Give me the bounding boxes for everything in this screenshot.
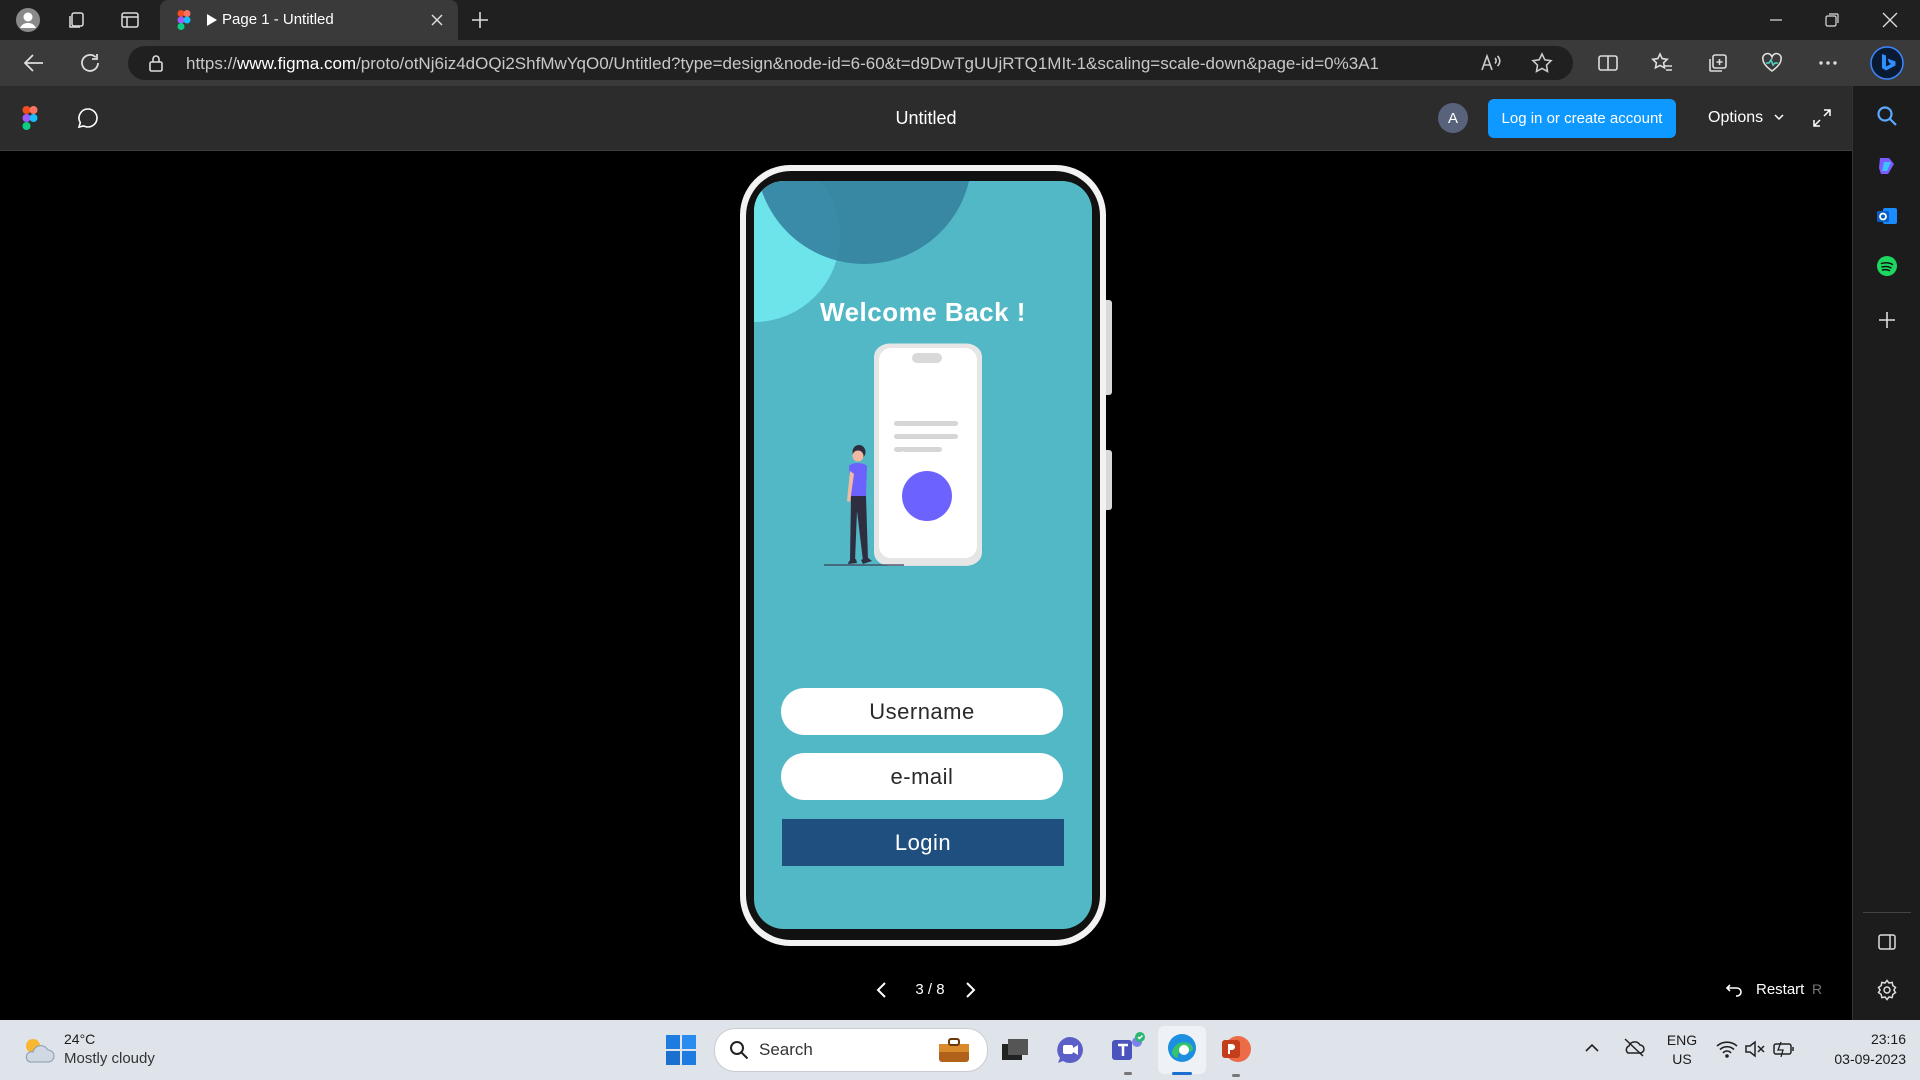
spotify-icon[interactable] [1871,250,1903,282]
refresh-icon[interactable] [76,49,104,77]
read-aloud-icon[interactable] [1476,49,1504,77]
more-icon[interactable] [1814,49,1842,77]
address-bar[interactable]: https://www.figma.com/proto/otNj6iz4dOQi… [128,46,1573,80]
username-field[interactable]: Username [781,688,1063,735]
active-tab[interactable]: Page 1 - Untitled [160,0,458,40]
language-top[interactable]: ENG [1666,1032,1698,1048]
phone-bezel: Welcome Back ! ✓ Username e-mail Login [746,171,1100,940]
weather-temperature[interactable]: 24°C [64,1031,95,1047]
performance-icon[interactable] [1758,49,1786,77]
edge-sidebar [1852,86,1920,1020]
weather-condition[interactable]: Mostly cloudy [64,1050,155,1067]
email-field[interactable]: e-mail [781,753,1063,800]
clock-date[interactable]: 03-09-2023 [1810,1051,1906,1067]
profile-icon[interactable] [14,6,42,34]
login-or-create-account-button[interactable]: Log in or create account [1488,99,1676,138]
figma-toolbar: Untitled A Log in or create account Opti… [0,86,1852,151]
running-indicator [1124,1072,1132,1075]
search-icon [730,1041,749,1060]
clock-time[interactable]: 23:16 [1810,1031,1906,1047]
phone-side-button [1106,450,1112,510]
phone-frame: Welcome Back ! ✓ Username e-mail Login [740,165,1112,946]
frame-counter: 3 / 8 [915,981,945,998]
url-host: www.figma.com [237,54,357,73]
onedrive-offline-icon[interactable] [1622,1036,1646,1063]
browser-title-bar: Page 1 - Untitled [0,0,1920,40]
restore-icon[interactable] [1818,6,1846,34]
restart-button[interactable]: Restart [1756,981,1804,998]
url-prefix: https:// [186,54,238,73]
welcome-heading: Welcome Back ! [820,297,1026,327]
new-tab-icon[interactable] [466,6,494,34]
sidebar-toggle-icon[interactable] [1871,926,1903,958]
taskbar-search-placeholder: Search [759,1040,813,1059]
outlook-icon[interactable] [1871,200,1903,232]
sidebar-divider [1863,912,1911,913]
prototype-screen[interactable]: Welcome Back ! ✓ Username e-mail Login [754,181,1092,929]
windows-taskbar: 24°C Mostly cloudy Search ENG US 23:16 0… [0,1020,1920,1080]
collections-bar-icon[interactable] [1704,49,1732,77]
tab-actions-icon[interactable] [116,6,144,34]
settings-icon[interactable] [1871,974,1903,1006]
chat-icon[interactable] [1054,1034,1086,1071]
restart-shortcut: R [1812,981,1823,997]
tab-title: Page 1 - Untitled [222,11,334,28]
options-label: Options [1708,109,1764,126]
favorites-icon[interactable] [1648,49,1676,77]
check-icon: ✓ [885,443,909,475]
search-icon[interactable] [1871,100,1903,132]
login-button[interactable]: Login [782,819,1064,866]
chevron-down-icon [1774,114,1784,121]
url-text[interactable]: https://www.figma.com/proto/otNj6iz4dOQi… [186,54,1379,74]
next-frame-icon[interactable] [958,977,984,1003]
briefcase-icon [939,1038,969,1062]
lock-icon[interactable] [142,49,170,77]
teams-icon[interactable] [1110,1032,1146,1075]
start-icon[interactable] [666,1035,696,1070]
collections-icon[interactable] [62,6,90,34]
options-menu[interactable]: Options [1708,109,1784,127]
favorite-icon[interactable] [1528,49,1556,77]
back-icon[interactable] [20,49,48,77]
avatar[interactable]: A [1438,103,1468,133]
weather-icon[interactable] [20,1034,56,1071]
add-icon[interactable] [1871,304,1903,336]
copilot-icon[interactable] [1871,150,1903,182]
task-view-icon[interactable] [1000,1036,1030,1069]
url-path: /proto/otNj6iz4dOQi2ShfMwYqO0/Untitled?t… [356,54,1379,73]
volume-muted-icon[interactable] [1744,1039,1766,1064]
wifi-icon[interactable] [1716,1040,1738,1063]
close-tab-icon[interactable] [426,9,448,31]
language-bottom[interactable]: US [1666,1051,1698,1067]
powerpoint-icon[interactable] [1220,1033,1252,1077]
battery-icon[interactable] [1772,1039,1796,1064]
restart-icon[interactable] [1722,977,1746,1003]
expand-icon[interactable] [1808,104,1836,132]
close-window-icon[interactable] [1876,6,1904,34]
previous-frame-icon[interactable] [868,977,894,1003]
bing-icon[interactable] [1870,46,1904,80]
taskbar-search[interactable]: Search [714,1028,988,1072]
phone-side-button [1106,300,1112,395]
split-screen-icon[interactable] [1594,49,1622,77]
edge-icon[interactable] [1166,1032,1198,1075]
chevron-up-icon[interactable] [1584,1040,1600,1058]
play-icon [207,14,217,26]
active-indicator [1172,1072,1192,1075]
running-indicator [1232,1074,1240,1077]
minimize-icon[interactable] [1762,6,1790,34]
figma-favicon [170,6,198,34]
